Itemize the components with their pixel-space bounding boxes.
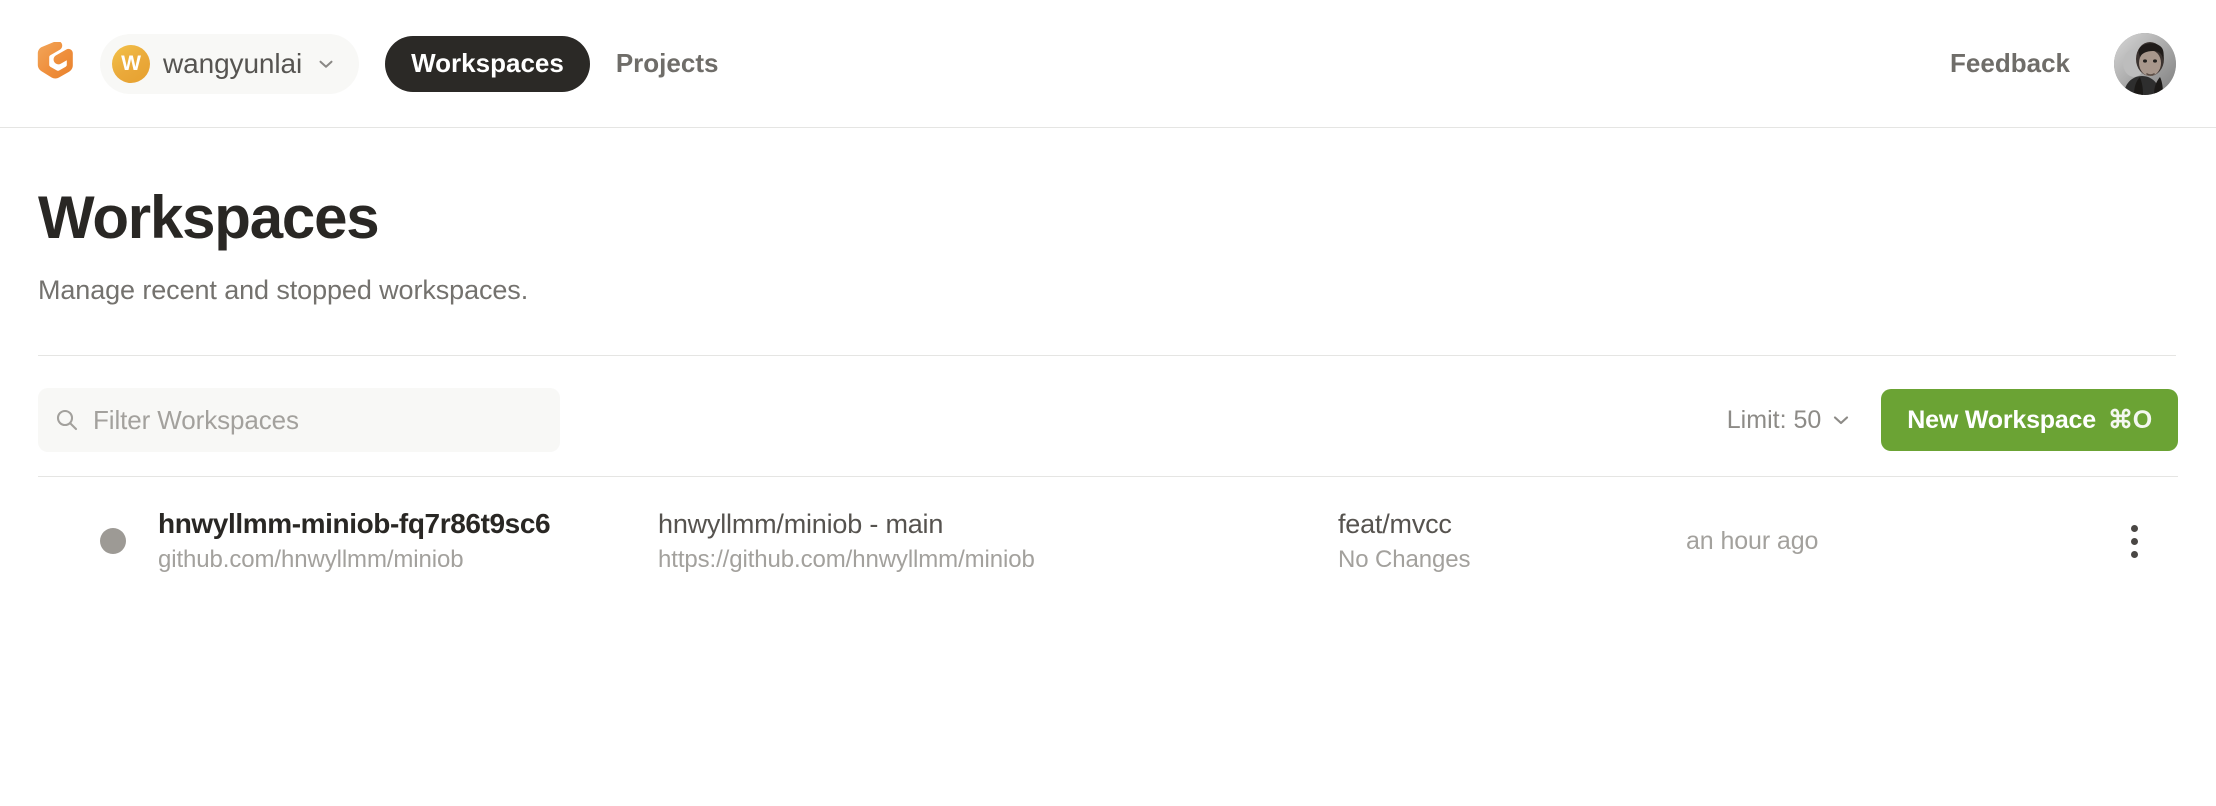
header-right-group: Feedback	[1950, 32, 2176, 95]
header-left-group: W wangyunlai Workspaces Projects	[34, 33, 733, 94]
search-icon	[56, 409, 78, 431]
status-badge	[100, 528, 126, 554]
org-name-label: wangyunlai	[163, 47, 303, 79]
feedback-link[interactable]: Feedback	[1950, 48, 2070, 79]
filter-workspaces-field[interactable]	[38, 388, 560, 452]
app-header: W wangyunlai Workspaces Projects Feedbac…	[0, 0, 2216, 128]
workspace-changes: No Changes	[1338, 545, 1471, 573]
limit-label: Limit: 50	[1726, 405, 1822, 434]
limit-dropdown[interactable]: Limit: 50	[1727, 406, 1853, 435]
workspace-repository-url: https://github.com/hnwyllmm/miniob	[658, 545, 1035, 573]
new-workspace-button[interactable]: New Workspace ⌘O	[1881, 389, 2178, 451]
menu-dot	[2130, 550, 2138, 558]
tab-projects[interactable]: Projects	[602, 36, 733, 92]
workspace-last-active: an hour ago	[1686, 526, 1819, 555]
toolbar-right-group: Limit: 50 New Workspace ⌘O	[1727, 389, 2178, 451]
workspace-name: hnwyllmm-miniob-fq7r86t9sc6	[158, 508, 551, 539]
chevron-down-icon	[319, 60, 333, 68]
filter-workspaces-input[interactable]	[93, 404, 544, 436]
page-subtitle: Manage recent and stopped workspaces.	[38, 275, 529, 305]
list-toolbar: Limit: 50 New Workspace ⌘O	[0, 356, 2216, 462]
user-avatar[interactable]	[2114, 32, 2176, 95]
main-navigation: Workspaces Projects	[385, 35, 733, 92]
gitpod-logo-icon[interactable]	[34, 41, 78, 87]
workspace-repository: hnwyllmm/miniob - main	[658, 508, 944, 539]
workspace-list: hnwyllmm-miniob-fq7r86t9sc6 github.com/h…	[0, 477, 2216, 597]
new-workspace-shortcut: ⌘O	[2107, 406, 2152, 434]
chevron-down-icon	[1834, 416, 1849, 425]
org-avatar: W	[112, 44, 150, 83]
page-header-section: Workspaces Manage recent and stopped wor…	[0, 128, 2216, 356]
menu-dot	[2130, 537, 2138, 545]
more-vertical-icon[interactable]	[2108, 515, 2160, 567]
workspace-repository-cell: hnwyllmm/miniob - main https://github.co…	[658, 509, 1338, 574]
workspace-context-url: github.com/hnwyllmm/miniob	[158, 546, 464, 573]
page-title: Workspaces	[38, 184, 380, 251]
new-workspace-label: New Workspace	[1907, 405, 2096, 434]
tab-workspaces[interactable]: Workspaces	[385, 35, 590, 92]
workspace-name-cell: hnwyllmm-miniob-fq7r86t9sc6 github.com/h…	[158, 508, 658, 574]
menu-dot	[2130, 524, 2138, 532]
workspace-branch: feat/mvcc	[1338, 508, 1452, 539]
org-switcher[interactable]: W wangyunlai	[100, 33, 360, 94]
workspace-branch-cell: feat/mvcc No Changes	[1338, 509, 1686, 574]
table-row[interactable]: hnwyllmm-miniob-fq7r86t9sc6 github.com/h…	[0, 485, 2216, 597]
